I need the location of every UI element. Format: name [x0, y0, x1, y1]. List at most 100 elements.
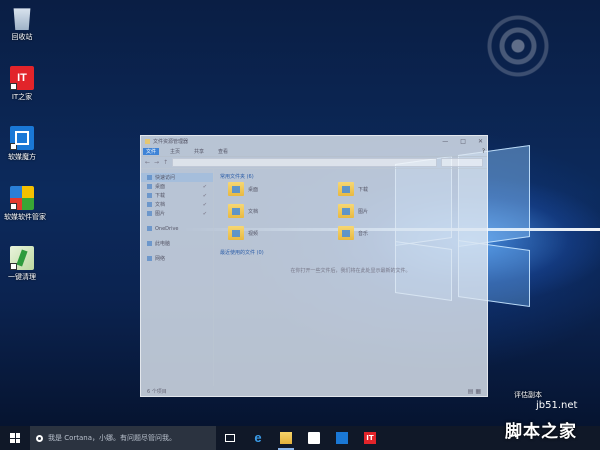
ribbon-tabs: 文件 主页 共享 查看 ? [141, 147, 487, 157]
nav-this-pc[interactable]: 此电脑 [141, 239, 213, 248]
folder-item[interactable]: 视频 [228, 225, 338, 241]
start-button[interactable] [0, 426, 30, 450]
nav-label: OneDrive [155, 225, 179, 232]
nav-onedrive[interactable]: OneDrive [141, 224, 213, 233]
desktop-icon-one-click-clean[interactable]: 一键清理 [4, 246, 40, 282]
taskbar-edge[interactable]: e [244, 426, 272, 450]
folder-icon [228, 226, 244, 240]
address-bar[interactable] [172, 158, 437, 167]
desktop-icon-label: 回收站 [11, 33, 33, 41]
recent-empty-message: 在你打开一些文件后，我们将在此处显示最新的文件。 [290, 268, 411, 274]
pin-icon: ✔ [202, 192, 207, 199]
cortana-search-box[interactable]: 我是 Cortana，小娜。有问题尽管问我。 [30, 426, 216, 450]
content-pane: 常用文件夹 (6) 桌面 下载 文档 图片 视频 音乐 最近使用的文件 (0) … [214, 169, 487, 386]
frequent-folders: 桌面 下载 文档 图片 视频 音乐 [220, 181, 481, 241]
nav-label: 快速访问 [155, 175, 176, 181]
folder-item[interactable]: 音乐 [338, 225, 448, 241]
network-icon [147, 256, 152, 261]
folder-name: 桌面 [248, 186, 259, 193]
close-button[interactable]: ✕ [478, 138, 483, 145]
nav-label: 文档 [155, 202, 166, 208]
documents-folder-icon [147, 202, 152, 207]
nav-network[interactable]: 网络 [141, 254, 213, 263]
item-count: 6 个项目 [147, 388, 167, 395]
pin-icon: ✔ [202, 183, 207, 190]
minimize-button[interactable]: — [442, 138, 448, 145]
taskbar-ruanmei-cube[interactable] [328, 426, 356, 450]
group-header-recent[interactable]: 最近使用的文件 (0) [220, 249, 481, 257]
folder-name: 文档 [248, 208, 259, 215]
nav-pictures[interactable]: 图片 ✔ [141, 209, 213, 218]
task-view-button[interactable] [216, 426, 244, 450]
folder-icon [228, 182, 244, 196]
up-arrow-icon[interactable]: ↑ [163, 159, 168, 166]
folder-item[interactable]: 桌面 [228, 181, 338, 197]
folder-item[interactable]: 图片 [338, 203, 448, 219]
taskbar-ithome[interactable]: IT [356, 426, 384, 450]
pin-icon: ✔ [202, 210, 207, 217]
edge-browser-icon: e [254, 430, 262, 445]
nav-desktop[interactable]: 桌面 ✔ [141, 182, 213, 191]
help-button[interactable]: ? [482, 148, 485, 155]
desktop-icon-label: 一键清理 [8, 273, 36, 281]
taskbar-file-explorer[interactable] [272, 426, 300, 450]
folder-icon [228, 204, 244, 218]
desktop-icon-label: 软媒软件管家 [4, 213, 46, 221]
search-box[interactable] [441, 158, 483, 167]
status-bar: 6 个项目 ▤ ▦ [141, 386, 487, 396]
nav-downloads[interactable]: 下载 ✔ [141, 191, 213, 200]
view-toggle-icon[interactable]: ▤ ▦ [468, 388, 481, 395]
tab-view[interactable]: 查看 [215, 148, 231, 155]
task-view-icon [225, 434, 235, 442]
address-bar-row: ← → ↑ [141, 157, 487, 169]
tab-home[interactable]: 主页 [167, 148, 183, 155]
nav-label: 此电脑 [155, 241, 171, 247]
folder-item[interactable]: 下载 [338, 181, 448, 197]
desktop-icon-ithome[interactable]: IT IT之家 [4, 66, 40, 102]
ithome-glyph: IT [17, 72, 27, 84]
forward-arrow-icon[interactable]: → [154, 159, 159, 166]
nav-quick-access[interactable]: 快速访问 [141, 173, 213, 182]
download-folder-icon [147, 193, 152, 198]
computer-icon [147, 241, 152, 246]
cloud-icon [147, 226, 152, 231]
ruanmei-cube-icon [336, 432, 348, 444]
desktop-icon-label: IT之家 [11, 93, 33, 101]
desktop-icon-ruanmei-cube[interactable]: 软媒魔方 [4, 126, 40, 162]
watermark-site: jb51.net [536, 400, 578, 411]
desktop-icon-software-manager[interactable]: 软媒软件管家 [4, 186, 46, 222]
nav-label: 下载 [155, 193, 166, 199]
window-title: 文件资源管理器 [153, 139, 189, 145]
nav-label: 网络 [155, 256, 166, 262]
folder-name: 视频 [248, 230, 259, 237]
nav-documents[interactable]: 文档 ✔ [141, 200, 213, 209]
pin-icon: ✔ [202, 201, 207, 208]
folder-name: 音乐 [358, 230, 369, 237]
desktop-icon-label: 软媒魔方 [8, 153, 36, 161]
desktop-icon-recycle-bin[interactable]: 回收站 [4, 6, 40, 42]
shortcut-arrow-icon [10, 83, 17, 90]
search-placeholder: 我是 Cortana，小娜。有问题尽管问我。 [48, 434, 177, 442]
windows-logo-icon [10, 433, 20, 443]
back-arrow-icon[interactable]: ← [145, 159, 150, 166]
software-manager-icon [10, 186, 34, 210]
evaluation-copy-text: 评估副本 [514, 391, 542, 399]
shortcut-arrow-icon [10, 203, 17, 210]
desktop: 回收站 IT IT之家 软媒魔方 软媒软件管家 一键清理 文件资源管理器 — □… [0, 0, 600, 426]
store-icon [308, 432, 320, 444]
nav-label: 图片 [155, 211, 166, 217]
folder-name: 下载 [358, 186, 369, 193]
desktop-folder-icon [147, 184, 152, 189]
tab-share[interactable]: 共享 [191, 148, 207, 155]
ithome-app-icon: IT [10, 66, 34, 90]
folder-icon [338, 226, 354, 240]
folder-item[interactable]: 文档 [228, 203, 338, 219]
tab-file[interactable]: 文件 [143, 148, 160, 155]
folder-name: 图片 [358, 208, 369, 215]
shortcut-arrow-icon [10, 263, 17, 270]
window-titlebar[interactable]: 文件资源管理器 — □ ✕ [141, 136, 487, 147]
taskbar-store[interactable] [300, 426, 328, 450]
group-header-frequent[interactable]: 常用文件夹 (6) [220, 173, 481, 181]
maximize-button[interactable]: □ [460, 138, 466, 145]
file-explorer-window[interactable]: 文件资源管理器 — □ ✕ 文件 主页 共享 查看 ? ← → ↑ 快速访问 桌… [140, 135, 488, 397]
